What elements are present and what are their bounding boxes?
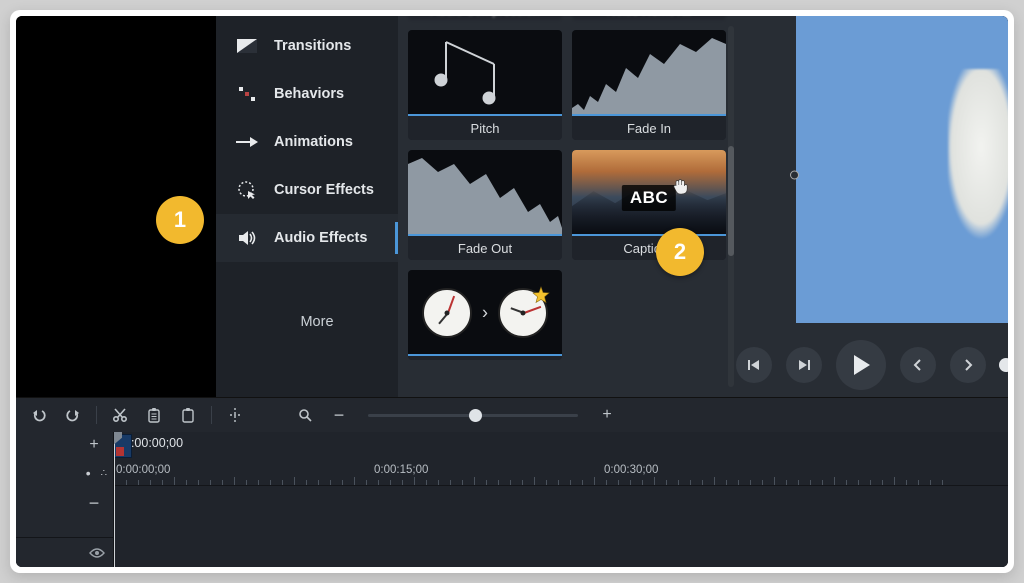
sidebar-item-label: Cursor Effects (274, 182, 374, 198)
sidebar-item-label: Behaviors (274, 86, 344, 102)
sidebar-item-behaviors[interactable]: Behaviors (216, 70, 398, 118)
effect-label (408, 356, 562, 360)
split-button[interactable] (224, 404, 246, 426)
step-back-button[interactable] (900, 347, 936, 383)
timeline: + • ∴ − 0:00:00;00 0:00:00;00 0:00:15;00 (16, 432, 1008, 567)
effect-thumb: › (408, 270, 562, 356)
audio-effects-icon (236, 229, 258, 247)
copy-button[interactable] (143, 404, 165, 426)
animations-icon (236, 136, 258, 148)
preview-canvas[interactable] (756, 16, 1008, 333)
effect-thumb (408, 30, 562, 116)
sidebar-item-cursor-effects[interactable]: Cursor Effects (216, 166, 398, 214)
sidebar-item-label: Audio Effects (274, 230, 367, 246)
effect-card-fade-out[interactable]: Fade Out (408, 150, 562, 260)
timeline-section: − + + • ∴ − 0:00:00;00 (16, 397, 1008, 567)
prev-frame-button[interactable] (736, 347, 772, 383)
effect-thumb: ABC (572, 150, 726, 236)
transitions-icon (236, 39, 258, 53)
sidebar-item-audio-effects[interactable]: Audio Effects (216, 214, 398, 262)
effect-card-pitch[interactable]: Pitch (408, 30, 562, 140)
paste-button[interactable] (177, 404, 199, 426)
step-forward-button[interactable] (950, 347, 986, 383)
effects-sidebar: Transitions Behaviors Animations Cursor … (216, 16, 398, 397)
timeline-track-headers: + • ∴ − (16, 432, 114, 567)
effect-label: Fade In (572, 116, 726, 140)
ruler-tick-label: 0:00:00;00 (116, 464, 170, 476)
effect-thumb (408, 150, 562, 236)
marker-cluster-icon: ∴ (101, 468, 105, 479)
preview-clip[interactable] (796, 16, 1008, 323)
remove-track-button[interactable]: − (83, 492, 105, 514)
behaviors-icon (236, 86, 258, 102)
sidebar-item-label: More (300, 314, 333, 330)
marker-dot-icon: • (86, 465, 91, 481)
effect-label: Pitch (408, 116, 562, 140)
effect-card-captions[interactable]: ABC Captions (572, 150, 726, 260)
next-frame-button[interactable] (786, 347, 822, 383)
zoom-out-button[interactable]: − (328, 404, 350, 426)
sidebar-item-transitions[interactable]: Transitions (216, 22, 398, 70)
annotation-callout-1: 1 (156, 196, 204, 244)
eye-icon[interactable] (89, 547, 105, 559)
add-track-button[interactable]: + (83, 434, 105, 456)
scrub-slider[interactable] (1004, 363, 1008, 367)
sidebar-item-more[interactable]: More (216, 298, 398, 346)
ruler-tick-label: 0:00:30;00 (604, 464, 658, 476)
effect-card-fade-in[interactable]: Fade In (572, 30, 726, 140)
timeline-toolbar: − + (16, 398, 1008, 432)
timeline-tracks[interactable]: 0:00:00;00 0:00:00;00 0:00:15;00 0:00:30… (114, 432, 1008, 567)
grab-cursor-icon (671, 176, 691, 196)
cursor-effects-icon (236, 180, 258, 200)
effect-card-noise-removal[interactable]: Noise Removal (572, 16, 726, 20)
preview-panel (736, 16, 1008, 397)
captions-badge: ABC (622, 185, 676, 211)
ruler-tick-label: 0:00:15;00 (374, 464, 428, 476)
effect-card-clip-speed[interactable]: › (408, 270, 562, 360)
zoom-slider[interactable] (368, 414, 578, 417)
sidebar-item-label: Animations (274, 134, 353, 150)
zoom-search-icon (294, 404, 316, 426)
play-button[interactable] (836, 340, 886, 390)
star-icon (532, 286, 550, 304)
effect-label: Fade Out (408, 236, 562, 260)
timeline-ruler[interactable]: 0:00:00;00 0:00:15;00 0:00:30;00 (114, 458, 1008, 486)
sidebar-item-animations[interactable]: Animations (216, 118, 398, 166)
redo-button[interactable] (62, 404, 84, 426)
annotation-callout-2: 2 (656, 228, 704, 276)
playback-controls (736, 333, 1008, 397)
effects-panel: Audio Compression Noise Removal Pitch (398, 16, 736, 397)
cut-button[interactable] (109, 404, 131, 426)
effect-card-audio-compression[interactable]: Audio Compression (408, 16, 562, 20)
effect-thumb (572, 30, 726, 116)
chevron-right-icon: › (482, 303, 488, 324)
sidebar-item-label: Transitions (274, 38, 351, 54)
playhead[interactable] (114, 432, 115, 567)
effects-scrollbar[interactable] (728, 26, 734, 387)
zoom-in-button[interactable]: + (596, 404, 618, 426)
playhead-time: 0:00:00;00 (124, 436, 183, 450)
resize-handle-left[interactable] (790, 170, 799, 179)
undo-button[interactable] (28, 404, 50, 426)
